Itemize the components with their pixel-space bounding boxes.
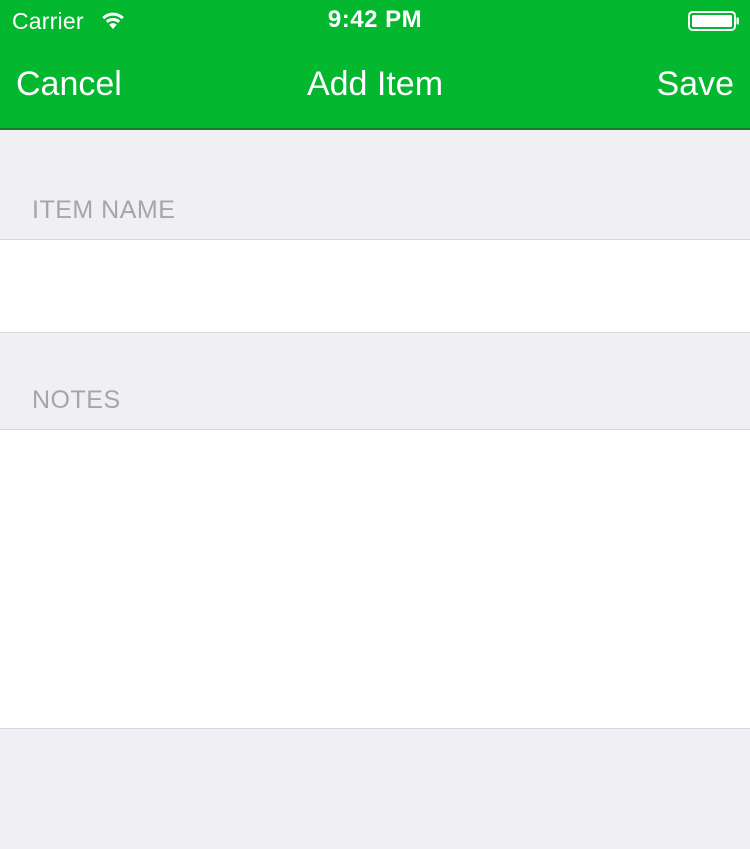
header: Carrier 9:42 PM Cancel Add Item Save: [0, 0, 750, 130]
add-item-screen: Carrier 9:42 PM Cancel Add Item Save ITE…: [0, 0, 750, 849]
status-time: 9:42 PM: [327, 6, 423, 33]
item-name-section-label: ITEM NAME: [32, 196, 176, 224]
save-button[interactable]: Save: [657, 64, 735, 104]
notes-textarea[interactable]: [0, 429, 750, 729]
status-bar: Carrier 9:42 PM: [0, 0, 750, 40]
cancel-button[interactable]: Cancel: [16, 64, 122, 104]
item-name-input[interactable]: [0, 239, 750, 333]
navigation-bar: Cancel Add Item Save: [0, 40, 750, 128]
notes-section-label: NOTES: [32, 386, 121, 414]
battery-full-icon: [688, 11, 739, 31]
